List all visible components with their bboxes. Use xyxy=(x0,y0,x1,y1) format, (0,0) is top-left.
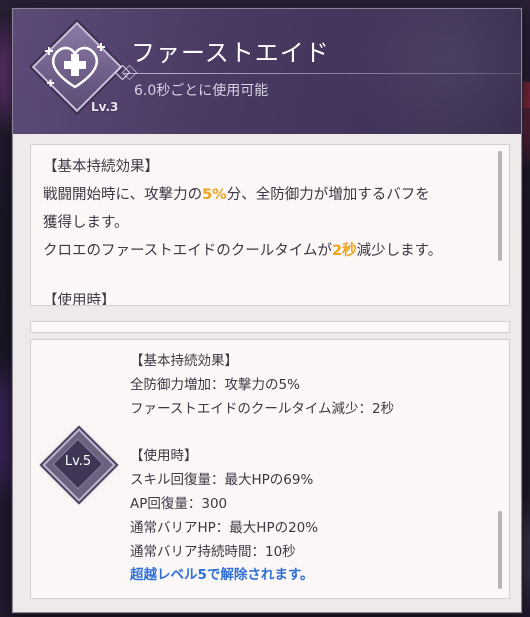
desc-heading-passive: 【基本持続効果】 xyxy=(43,159,159,175)
skill-level-label: Lv.3 xyxy=(91,100,119,114)
desc-line: 戦闘開始時に、攻撃力の5%分、全防御力が増加するバフを xyxy=(43,187,430,203)
desc-line: 獲得します。 xyxy=(43,215,129,231)
upgrade-level-label: Lv.5 xyxy=(64,454,92,469)
skill-icon: Lv.3 xyxy=(31,21,123,114)
skill-header: Lv.3 ファーストエイド 6.0秒ごとに使用可能 xyxy=(13,9,521,134)
skill-description-box[interactable]: 【基本持続効果】 戦闘開始時に、攻撃力の5%分、全防御力が増加するバフを 獲得し… xyxy=(30,144,510,306)
highlight-value: 5% xyxy=(202,187,227,203)
desc-heading-on-use: 【使用時】 xyxy=(43,293,116,306)
effect-line: スキル回復量：最大HPの69% xyxy=(130,472,314,488)
effect-line: 通常バリアHP：最大HPの20% xyxy=(130,520,319,536)
effect-line: ファーストエイドのクールタイム減少：2秒 xyxy=(130,401,395,417)
highlight-value: 2秒 xyxy=(331,243,357,259)
effect-line: 通常バリア持続時間：10秒 xyxy=(130,544,296,560)
upgrade-scrollbar[interactable] xyxy=(498,511,502,589)
upgrade-level-badge: Lv.5 xyxy=(42,428,116,502)
skill-title: ファーストエイド xyxy=(131,39,330,67)
effect-line: 【基本持続効果】 xyxy=(130,353,238,369)
effect-line: 【使用時】 xyxy=(130,448,198,464)
unlock-requirement: 超越レベル5で解除されます。 xyxy=(130,567,314,583)
skill-detail-panel: Lv.3 ファーストエイド 6.0秒ごとに使用可能 【基本持続効果】 戦闘開始時… xyxy=(12,8,522,613)
section-strip xyxy=(30,321,510,333)
effect-line: AP回復量：300 xyxy=(130,496,228,512)
description-scrollbar[interactable] xyxy=(498,151,502,261)
effect-line: 全防御力増加：攻撃力の5% xyxy=(130,377,300,393)
skill-cooldown: 6.0秒ごとに使用可能 xyxy=(134,83,269,99)
desc-line: クロエのファーストエイドのクールタイムが2秒減少します。 xyxy=(43,243,443,259)
header-divider xyxy=(123,73,521,74)
